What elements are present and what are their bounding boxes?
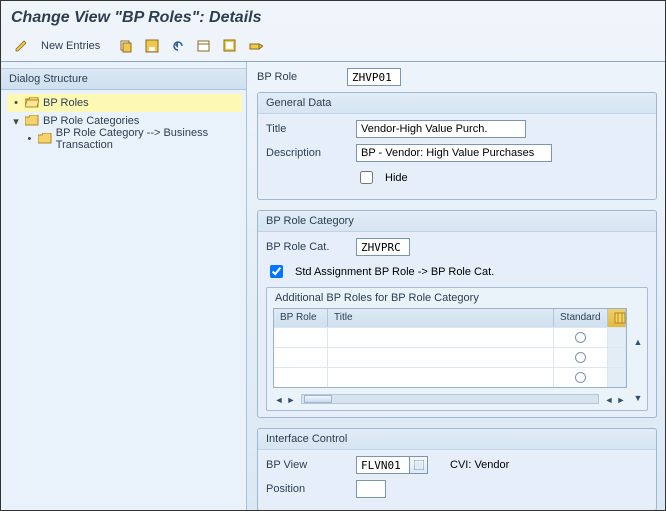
toolbar: New Entries: [1, 33, 665, 62]
app-frame: Change View "BP Roles": Details New Entr…: [0, 0, 666, 511]
tree-label: BP Roles: [43, 97, 89, 109]
copy-icon[interactable]: [116, 37, 136, 55]
edit-icon[interactable]: [11, 37, 31, 55]
table-header: BP Role Title Standard: [274, 309, 626, 327]
tree-label: BP Role Categories: [43, 115, 139, 127]
tree-label: BP Role Category --> Business Transactio…: [56, 127, 242, 151]
hide-checkbox[interactable]: [360, 171, 373, 184]
bullet-icon: •: [25, 133, 34, 145]
collapse-icon: ▾: [11, 115, 21, 128]
bp-role-category-group: BP Role Category BP Role Cat. Std Assign…: [257, 210, 657, 418]
h-scrollbar[interactable]: ◄ ► ◄ ►: [267, 392, 633, 410]
value-help-icon[interactable]: [410, 456, 428, 474]
scroll-right2-icon[interactable]: ►: [615, 394, 627, 406]
table-row[interactable]: [274, 327, 626, 347]
new-entries-button[interactable]: New Entries: [37, 38, 104, 54]
col-bp-role[interactable]: BP Role: [274, 309, 328, 327]
bp-view-text: CVI: Vendor: [450, 459, 509, 471]
bullet-icon: •: [11, 97, 21, 109]
undo-icon[interactable]: [168, 37, 188, 55]
table-row[interactable]: [274, 347, 626, 367]
bp-role-row: BP Role: [257, 68, 657, 86]
scroll-right-icon[interactable]: ►: [285, 394, 297, 406]
tree: • BP Roles ▾ BP Role Categories •: [1, 90, 246, 152]
table-row[interactable]: [274, 367, 626, 387]
select-all-icon[interactable]: [220, 37, 240, 55]
hide-label: Hide: [385, 172, 408, 184]
bp-role-input[interactable]: [347, 68, 401, 86]
scroll-left2-icon[interactable]: ◄: [603, 394, 615, 406]
tree-item-bp-roles[interactable]: • BP Roles: [7, 94, 242, 112]
bp-view-input[interactable]: [356, 456, 410, 474]
additional-roles-table: BP Role Title Standard: [273, 308, 627, 388]
bp-role-label: BP Role: [257, 71, 339, 83]
radio-icon[interactable]: [575, 372, 586, 383]
scroll-up-icon[interactable]: ▲: [632, 336, 644, 348]
bp-role-cat-legend: BP Role Category: [258, 211, 656, 232]
position-input[interactable]: [356, 480, 386, 498]
bp-role-cat-input[interactable]: [356, 238, 410, 256]
position-label: Position: [266, 483, 348, 495]
col-standard[interactable]: Standard: [554, 309, 608, 327]
page-title: Change View "BP Roles": Details: [1, 1, 665, 33]
title-input[interactable]: [356, 120, 526, 138]
title-label: Title: [266, 123, 348, 135]
dialog-structure-header: Dialog Structure: [1, 68, 246, 90]
scroll-track[interactable]: [301, 394, 599, 404]
description-label: Description: [266, 147, 348, 159]
additional-roles-box: Additional BP Roles for BP Role Category…: [266, 287, 648, 411]
bp-role-cat-label: BP Role Cat.: [266, 241, 348, 253]
interface-control-legend: Interface Control: [258, 429, 656, 450]
bp-view-label: BP View: [266, 459, 348, 471]
folder-icon: [38, 133, 52, 145]
scroll-left-icon[interactable]: ◄: [273, 394, 285, 406]
content-body: Dialog Structure • BP Roles ▾ BP Role Ca…: [1, 62, 665, 510]
folder-open-icon: [25, 97, 39, 109]
transport-icon[interactable]: [246, 37, 266, 55]
scroll-down-icon[interactable]: ▼: [632, 392, 644, 404]
radio-icon[interactable]: [575, 332, 586, 343]
description-input[interactable]: [356, 144, 552, 162]
std-assignment-checkbox[interactable]: [270, 265, 283, 278]
radio-icon[interactable]: [575, 352, 586, 363]
folder-icon: [25, 115, 39, 127]
delimit-icon[interactable]: [194, 37, 214, 55]
col-title[interactable]: Title: [328, 309, 554, 327]
std-assignment-label: Std Assignment BP Role -> BP Role Cat.: [295, 266, 494, 278]
save-icon[interactable]: [142, 37, 162, 55]
general-data-group: General Data Title Description Hide: [257, 92, 657, 200]
interface-control-group: Interface Control BP View CVI: Vendor: [257, 428, 657, 510]
config-column-icon[interactable]: [608, 309, 626, 327]
left-panel: Dialog Structure • BP Roles ▾ BP Role Ca…: [1, 62, 247, 510]
tree-item-bp-role-cat-trans[interactable]: • BP Role Category --> Business Transact…: [7, 130, 242, 148]
right-panel: BP Role General Data Title Description: [247, 62, 665, 510]
additional-roles-legend: Additional BP Roles for BP Role Category: [267, 288, 647, 308]
general-data-legend: General Data: [258, 93, 656, 114]
